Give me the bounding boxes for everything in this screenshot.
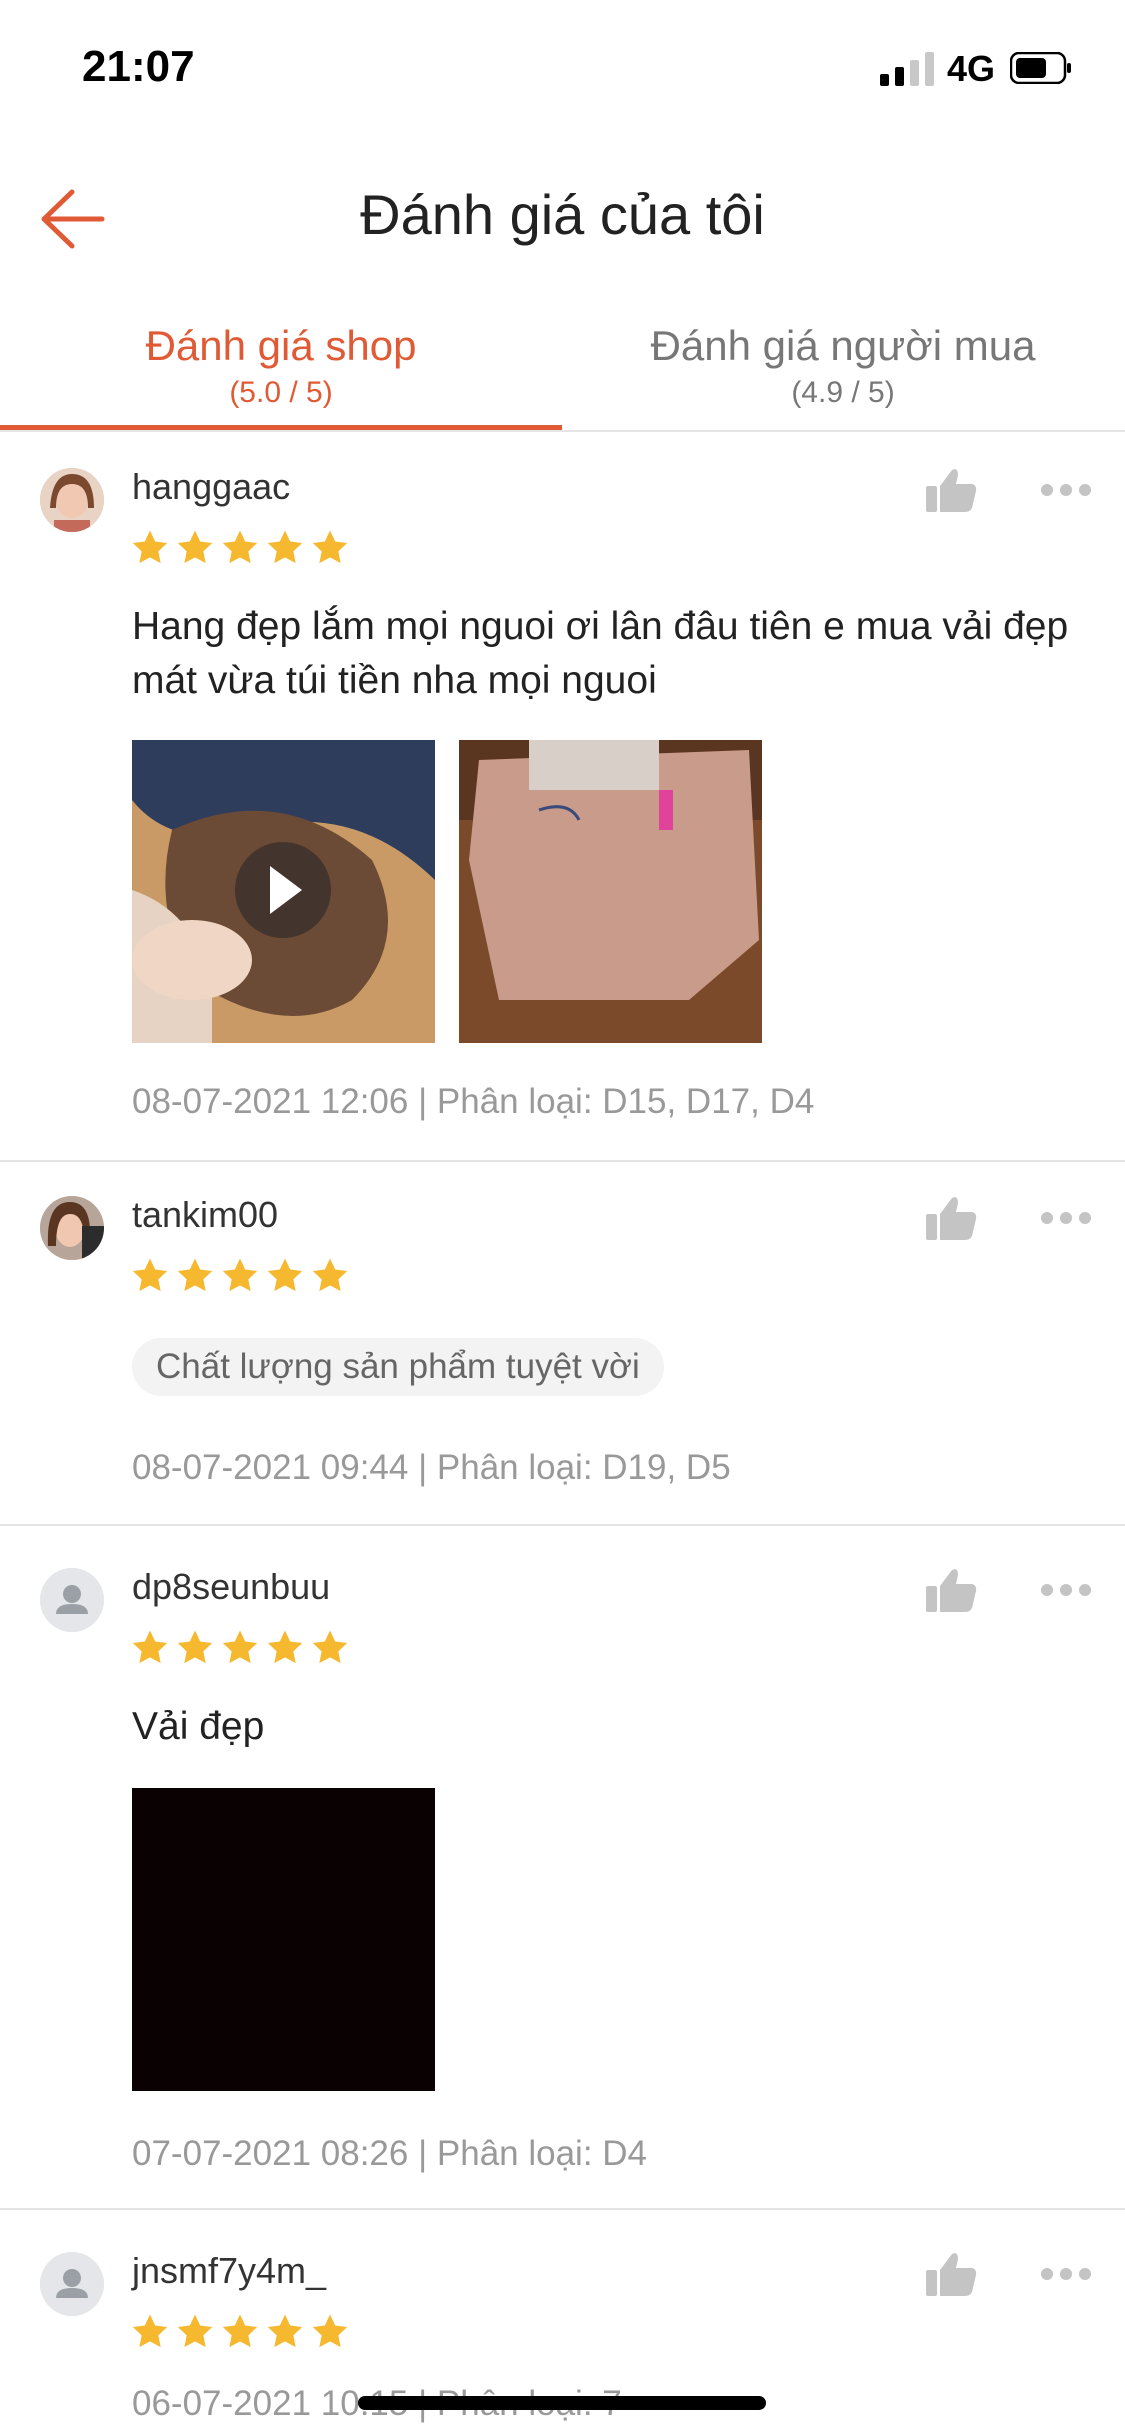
review-text: Hang đẹp lắm mọi nguoi ơi lân đâu tiên e…	[132, 605, 1069, 702]
star-icon	[132, 1630, 168, 1664]
avatar[interactable]	[40, 2252, 104, 2316]
star-icon	[222, 1630, 258, 1664]
star-icon	[132, 2314, 168, 2348]
star-rating	[130, 528, 355, 572]
review-item: hanggaac Hang đẹp lắm mọi nguoi ơi lân đ…	[0, 432, 1125, 1162]
more-options-icon[interactable]	[1040, 1582, 1092, 1598]
thumbs-up-icon[interactable]	[924, 466, 978, 514]
tab-rating: (5.0 / 5)	[229, 376, 333, 409]
star-rating	[130, 2312, 355, 2356]
thumbs-up-icon[interactable]	[924, 1566, 978, 1614]
thumbs-up-icon[interactable]	[924, 2250, 978, 2298]
review-photo[interactable]	[132, 1788, 435, 2091]
battery-icon	[1010, 52, 1071, 84]
star-icon	[312, 1258, 348, 1292]
star-icon	[222, 1258, 258, 1292]
review-tag: Chất lượng sản phẩm tuyệt vời	[132, 1338, 664, 1396]
page-title: Đánh giá của tôi	[360, 183, 765, 246]
star-icon	[267, 1630, 303, 1664]
username: dp8seunbuu	[132, 1566, 331, 1607]
star-icon	[177, 2314, 213, 2348]
signal-icon	[880, 52, 934, 86]
star-icon	[312, 2314, 348, 2348]
nav-header: Đánh giá của tôi	[0, 170, 1125, 270]
review-photo[interactable]	[459, 740, 762, 1043]
review-item: dp8seunbuu Vải đẹp 07-07-2021 08:26 | Ph…	[0, 1524, 1125, 2210]
tab-buyer-reviews[interactable]: Đánh giá người mua (4.9 / 5)	[562, 310, 1124, 428]
review-item: tankim00 Chất lượng sản phẩm tuyệt vời 0…	[0, 1160, 1125, 1526]
review-text: Vải đẹp	[132, 1705, 265, 1748]
tab-label: Đánh giá người mua	[650, 322, 1036, 369]
more-options-icon[interactable]	[1040, 482, 1092, 498]
more-options-icon[interactable]	[1040, 2266, 1092, 2282]
default-user-icon	[40, 1568, 104, 1632]
username: jnsmf7y4m_	[132, 2250, 327, 2291]
tab-bar: Đánh giá shop (5.0 / 5) Đánh giá người m…	[0, 310, 1125, 432]
review-meta: 07-07-2021 08:26 | Phân loại: D4	[132, 2134, 648, 2173]
more-options-icon[interactable]	[1040, 1210, 1092, 1226]
star-icon	[222, 530, 258, 564]
fabric-video-image	[132, 740, 435, 1043]
star-icon	[267, 2314, 303, 2348]
star-icon	[222, 2314, 258, 2348]
avatar[interactable]	[40, 468, 104, 532]
tab-label: Đánh giá shop	[145, 322, 417, 369]
user-photo-icon	[40, 468, 104, 532]
home-indicator[interactable]	[358, 2396, 766, 2410]
review-video-thumbnail[interactable]	[132, 740, 435, 1043]
star-icon	[177, 1258, 213, 1292]
star-rating	[130, 1256, 355, 1300]
star-icon	[312, 530, 348, 564]
tab-shop-reviews[interactable]: Đánh giá shop (5.0 / 5)	[0, 310, 562, 430]
username: tankim00	[132, 1194, 279, 1235]
star-icon	[177, 1630, 213, 1664]
review-meta: 08-07-2021 09:44 | Phân loại: D19, D5	[132, 1448, 731, 1487]
default-user-icon	[40, 2252, 104, 2316]
user-photo-icon	[40, 1196, 104, 1260]
star-icon	[132, 1258, 168, 1292]
review-meta: 08-07-2021 12:06 | Phân loại: D15, D17, …	[132, 1082, 815, 1121]
status-time: 21:07	[82, 42, 195, 91]
star-icon	[267, 1258, 303, 1292]
package-photo-image	[459, 740, 762, 1043]
active-tab-indicator	[0, 425, 562, 430]
network-type: 4G	[947, 48, 996, 89]
thumbs-up-icon[interactable]	[924, 1194, 978, 1242]
avatar[interactable]	[40, 1568, 104, 1632]
star-icon	[132, 530, 168, 564]
star-icon	[312, 1630, 348, 1664]
star-rating	[130, 1628, 355, 1672]
star-icon	[267, 530, 303, 564]
username: hanggaac	[132, 466, 291, 507]
avatar[interactable]	[40, 1196, 104, 1260]
status-bar: 21:07 4G	[0, 0, 1125, 140]
star-icon	[177, 530, 213, 564]
tab-rating: (4.9 / 5)	[791, 376, 895, 409]
